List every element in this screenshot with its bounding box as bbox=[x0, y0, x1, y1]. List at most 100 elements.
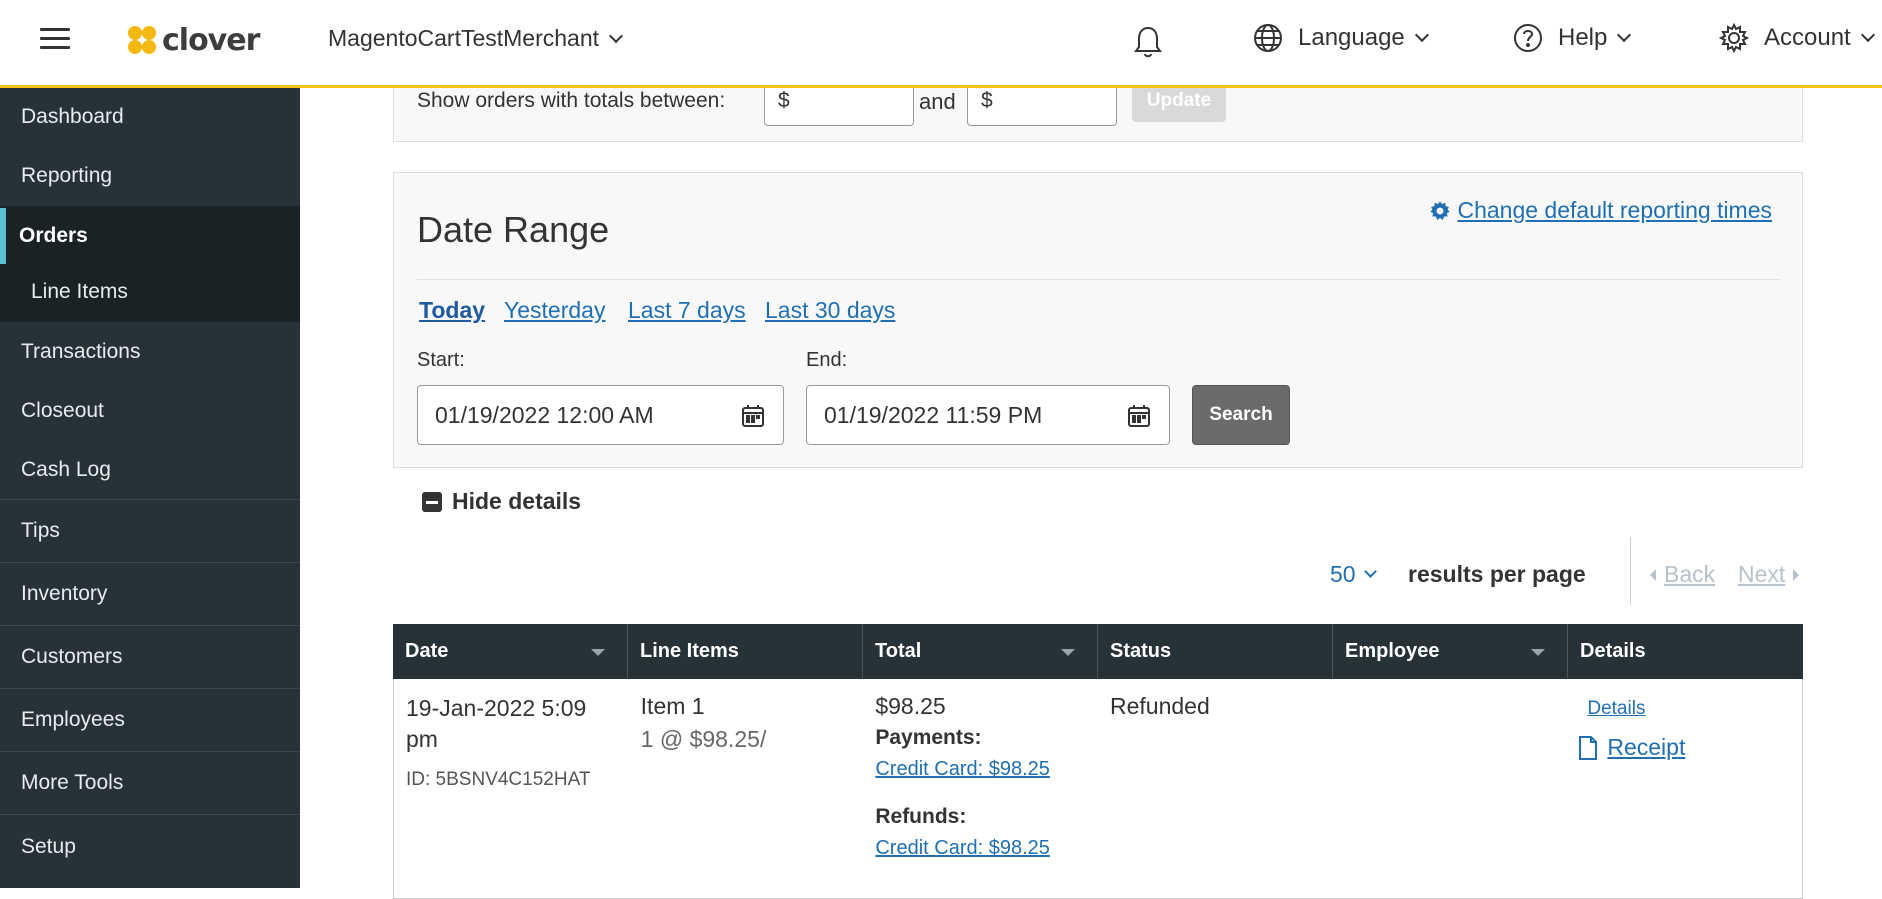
sort-caret-icon bbox=[591, 649, 605, 656]
cell-employee bbox=[1333, 679, 1568, 898]
sort-caret-icon bbox=[1061, 649, 1075, 656]
chevron-down-icon bbox=[1363, 565, 1377, 578]
main-content: Show orders with totals between: $ and $… bbox=[300, 76, 1882, 899]
table-header: Date Line Items Total Status Employee De… bbox=[393, 624, 1803, 679]
change-reporting-times-link[interactable]: Change default reporting times bbox=[1429, 197, 1772, 224]
sidebar-item-reporting[interactable]: Reporting bbox=[0, 146, 300, 206]
help-menu[interactable]: Help bbox=[1512, 22, 1632, 54]
details-link[interactable]: Details bbox=[1587, 698, 1645, 720]
column-header-line-items: Line Items bbox=[628, 624, 863, 679]
divider bbox=[1630, 537, 1631, 605]
date-range-panel: Date Range Change default reporting time… bbox=[393, 172, 1803, 468]
receipt-link[interactable]: Receipt bbox=[1577, 734, 1802, 761]
calendar-icon[interactable] bbox=[1127, 404, 1151, 428]
calendar-icon[interactable] bbox=[741, 404, 765, 428]
next-label: Next bbox=[1738, 561, 1786, 587]
minus-square-icon bbox=[422, 491, 442, 512]
totals-filter-panel: Show orders with totals between: $ and $… bbox=[393, 76, 1803, 142]
cell-status: Refunded bbox=[1098, 679, 1333, 898]
cell-details: Details Receipt bbox=[1567, 679, 1802, 898]
sidebar-item-cash-log[interactable]: Cash Log bbox=[0, 440, 300, 500]
chevron-down-icon bbox=[1617, 27, 1632, 43]
caret-left-icon bbox=[1650, 568, 1656, 581]
range-yesterday[interactable]: Yesterday bbox=[504, 297, 605, 324]
start-date-input[interactable]: 01/19/2022 12:00 AM bbox=[417, 385, 784, 445]
column-header-details: Details bbox=[1580, 640, 1646, 662]
sidebar-item-tips[interactable]: Tips bbox=[0, 500, 300, 563]
merchant-selector[interactable]: MagentoCartTestMerchant bbox=[328, 25, 624, 52]
sidebar-item-transactions[interactable]: Transactions bbox=[0, 322, 300, 382]
orders-table: Date Line Items Total Status Employee De… bbox=[393, 624, 1803, 899]
chevron-down-icon bbox=[1860, 27, 1875, 43]
and-label: and bbox=[919, 89, 956, 114]
hide-details-label: Hide details bbox=[452, 488, 582, 514]
hamburger-menu-icon[interactable] bbox=[40, 28, 70, 52]
sidebar-item-orders[interactable]: Orders bbox=[0, 208, 300, 264]
totals-filter-label: Show orders with totals between: bbox=[417, 89, 726, 112]
range-today[interactable]: Today bbox=[419, 297, 485, 324]
sidebar-item-dashboard[interactable]: Dashboard bbox=[0, 88, 300, 146]
receipt-label: Receipt bbox=[1607, 734, 1686, 760]
range-last-30-days[interactable]: Last 30 days bbox=[765, 297, 895, 324]
column-header-total[interactable]: Total bbox=[863, 624, 1098, 679]
gear-icon bbox=[1718, 22, 1750, 54]
refund-link[interactable]: Credit Card: $98.25 bbox=[875, 837, 1050, 860]
sort-caret-icon bbox=[1531, 649, 1545, 656]
column-header-employee[interactable]: Employee bbox=[1333, 624, 1568, 679]
sidebar-item-setup[interactable]: Setup bbox=[0, 815, 300, 878]
language-label: Language bbox=[1298, 24, 1405, 51]
order-total: $98.25 bbox=[875, 693, 946, 719]
help-label: Help bbox=[1558, 24, 1608, 51]
table-row: 19-Jan-2022 5:09 pm ID: 5BSNV4C152HAT It… bbox=[393, 679, 1803, 899]
end-date-value: 01/19/2022 11:59 PM bbox=[824, 402, 1043, 428]
change-reporting-times-label: Change default reporting times bbox=[1457, 197, 1772, 223]
line-item-qty: 1 @ $98.25/ bbox=[640, 726, 767, 752]
sidebar-item-inventory[interactable]: Inventory bbox=[0, 563, 300, 626]
start-label: Start: bbox=[417, 349, 465, 371]
per-page-value: 50 bbox=[1330, 561, 1356, 587]
sidebar-item-employees[interactable]: Employees bbox=[0, 689, 300, 752]
payments-label: Payments: bbox=[875, 726, 982, 749]
back-button[interactable]: Back bbox=[1648, 561, 1715, 588]
bell-icon[interactable] bbox=[1132, 24, 1164, 60]
clover-leaf-icon bbox=[126, 24, 158, 56]
account-menu[interactable]: Account bbox=[1718, 22, 1875, 54]
merchant-name: MagentoCartTestMerchant bbox=[328, 25, 600, 51]
sidebar-item-more-tools[interactable]: More Tools bbox=[0, 752, 300, 815]
end-date-input[interactable]: 01/19/2022 11:59 PM bbox=[806, 385, 1170, 445]
sidebar-item-closeout[interactable]: Closeout bbox=[0, 382, 300, 440]
account-label: Account bbox=[1764, 24, 1851, 51]
per-page-select[interactable]: 50 bbox=[1330, 561, 1377, 588]
column-header-date[interactable]: Date bbox=[393, 624, 628, 679]
hide-details-toggle[interactable]: Hide details bbox=[422, 488, 581, 515]
order-status: Refunded bbox=[1110, 693, 1210, 719]
sidebar: Dashboard Reporting Orders Line Items Tr… bbox=[0, 88, 300, 888]
sidebar-group-orders: Orders Line Items bbox=[0, 206, 300, 322]
end-label: End: bbox=[806, 349, 848, 371]
chevron-down-icon bbox=[1414, 27, 1429, 43]
language-menu[interactable]: Language bbox=[1252, 22, 1429, 54]
payment-link[interactable]: Credit Card: $98.25 bbox=[875, 758, 1050, 781]
range-last-7-days[interactable]: Last 7 days bbox=[628, 297, 746, 324]
document-icon bbox=[1579, 735, 1598, 760]
order-id: ID: 5BSNV4C152HAT bbox=[406, 769, 591, 790]
divider bbox=[417, 279, 1780, 280]
line-item-name: Item 1 bbox=[640, 693, 705, 719]
help-icon bbox=[1514, 24, 1542, 52]
sidebar-item-line-items[interactable]: Line Items bbox=[0, 264, 300, 320]
top-bar: clover MagentoCartTestMerchant Language … bbox=[0, 0, 1882, 88]
refunds-label: Refunds: bbox=[875, 805, 967, 828]
search-button[interactable]: Search bbox=[1192, 385, 1290, 445]
order-date: 19-Jan-2022 5:09 pm bbox=[406, 695, 587, 752]
cell-date: 19-Jan-2022 5:09 pm ID: 5BSNV4C152HAT bbox=[394, 679, 629, 898]
start-date-value: 01/19/2022 12:00 AM bbox=[435, 402, 654, 428]
chevron-down-icon bbox=[608, 28, 624, 43]
next-button[interactable]: Next bbox=[1738, 561, 1801, 588]
logo-text: clover bbox=[162, 22, 260, 58]
sidebar-item-customers[interactable]: Customers bbox=[0, 626, 300, 689]
results-per-page-label: results per page bbox=[1408, 561, 1586, 587]
clover-logo[interactable]: clover bbox=[126, 20, 260, 60]
pagination-bar: 50 results per page Back Next bbox=[1330, 537, 1830, 605]
globe-icon bbox=[1254, 24, 1282, 52]
cell-line-items: Item 1 1 @ $98.25/ bbox=[629, 679, 864, 898]
